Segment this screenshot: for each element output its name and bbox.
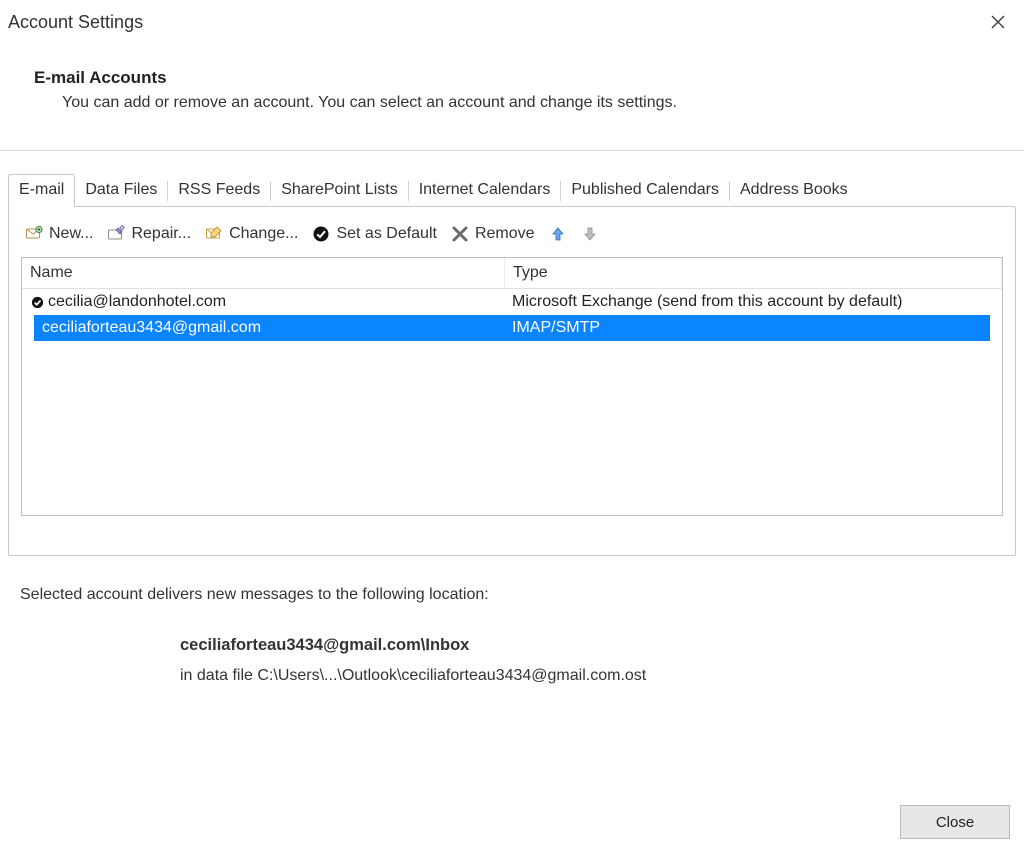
delivery-location: ceciliaforteau3434@gmail.com\Inbox in da…: [20, 636, 1012, 685]
tab-label: Published Calendars: [571, 181, 719, 198]
tab-label: SharePoint Lists: [281, 181, 398, 198]
tab-label: RSS Feeds: [178, 181, 260, 198]
move-up-button[interactable]: [549, 225, 567, 243]
tab-rss-feeds[interactable]: RSS Feeds: [168, 174, 270, 207]
tab-email[interactable]: E-mail: [8, 174, 75, 207]
default-account-icon: [30, 295, 44, 309]
repair-account-button[interactable]: Repair...: [107, 225, 191, 243]
mail-new-icon: [25, 225, 43, 243]
account-name: ceciliaforteau3434@gmail.com: [42, 319, 261, 337]
delivery-location-path: ceciliaforteau3434@gmail.com\Inbox: [180, 636, 1012, 655]
accounts-toolbar: New... Repair... Change...: [21, 219, 1003, 257]
delivery-info: Selected account delivers new messages t…: [20, 586, 1012, 685]
set-default-button[interactable]: Set as Default: [312, 225, 437, 243]
account-row[interactable]: ceciliaforteau3434@gmail.com IMAP/SMTP: [34, 315, 990, 341]
move-down-button[interactable]: [581, 225, 599, 243]
arrow-down-icon: [581, 225, 599, 243]
change-icon: [205, 225, 223, 243]
toolbar-label: New...: [49, 225, 93, 243]
accounts-body: cecilia@landonhotel.com Microsoft Exchan…: [22, 289, 1002, 515]
toolbar-label: Change...: [229, 225, 298, 243]
tab-label: Internet Calendars: [419, 181, 551, 198]
accounts-table: Name Type cecilia@landonhotel.com Micros…: [21, 257, 1003, 516]
tab-published-calendars[interactable]: Published Calendars: [561, 174, 729, 207]
delivery-datafile: in data file C:\Users\...\Outlook\cecili…: [180, 667, 1012, 685]
tab-address-books[interactable]: Address Books: [730, 174, 858, 207]
dialog-footer: Close: [900, 805, 1010, 839]
toolbar-label: Repair...: [131, 225, 191, 243]
accounts-header: Name Type: [22, 258, 1002, 289]
account-type: Microsoft Exchange (send from this accou…: [512, 293, 902, 311]
window-close-button[interactable]: [986, 12, 1010, 36]
divider: [0, 150, 1024, 151]
titlebar: Account Settings: [0, 0, 1024, 36]
close-icon: [991, 15, 1005, 33]
remove-account-button[interactable]: Remove: [451, 225, 535, 243]
tab-panel-email: New... Repair... Change...: [8, 206, 1016, 556]
tab-data-files[interactable]: Data Files: [75, 174, 167, 207]
tab-label: Address Books: [740, 181, 848, 198]
new-account-button[interactable]: New...: [25, 225, 93, 243]
delivery-label: Selected account delivers new messages t…: [20, 586, 1012, 604]
tab-internet-calendars[interactable]: Internet Calendars: [409, 174, 561, 207]
tab-sharepoint-lists[interactable]: SharePoint Lists: [271, 174, 408, 207]
tabstrip: E-mail Data Files RSS Feeds SharePoint L…: [8, 173, 1016, 206]
tab-label: E-mail: [19, 181, 64, 198]
account-settings-dialog: Account Settings E-mail Accounts You can…: [0, 0, 1024, 851]
arrow-up-icon: [549, 225, 567, 243]
remove-icon: [451, 225, 469, 243]
header-heading: E-mail Accounts: [34, 68, 1014, 88]
change-account-button[interactable]: Change...: [205, 225, 298, 243]
tabs-container: E-mail Data Files RSS Feeds SharePoint L…: [8, 173, 1016, 556]
column-header-name[interactable]: Name: [22, 258, 505, 289]
repair-icon: [107, 225, 125, 243]
close-button[interactable]: Close: [900, 805, 1010, 839]
account-name: cecilia@landonhotel.com: [48, 293, 226, 311]
tab-label: Data Files: [85, 181, 157, 198]
header-subheading: You can add or remove an account. You ca…: [34, 94, 1014, 112]
check-circle-icon: [312, 225, 330, 243]
account-row[interactable]: cecilia@landonhotel.com Microsoft Exchan…: [22, 289, 1002, 315]
window-title: Account Settings: [8, 12, 143, 33]
header-block: E-mail Accounts You can add or remove an…: [0, 36, 1024, 132]
toolbar-label: Set as Default: [336, 225, 437, 243]
toolbar-label: Remove: [475, 225, 535, 243]
account-type: IMAP/SMTP: [512, 319, 600, 337]
column-header-type[interactable]: Type: [505, 258, 1002, 289]
